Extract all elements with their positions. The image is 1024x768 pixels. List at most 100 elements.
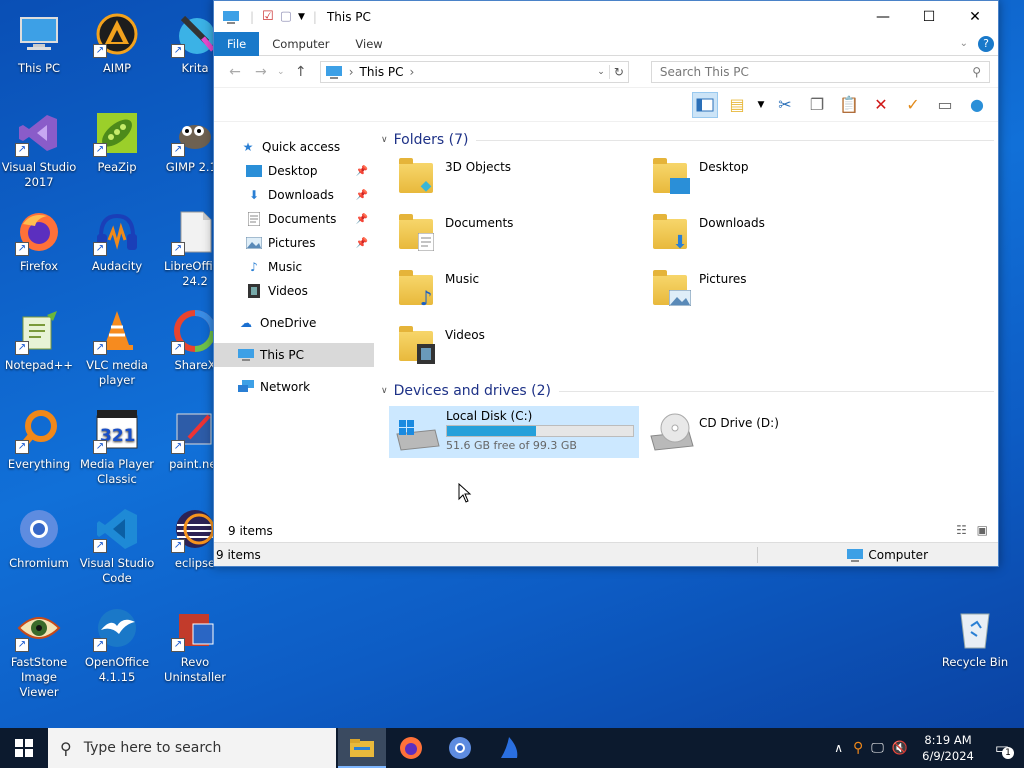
details-view-icon[interactable]: ☷ (956, 523, 967, 537)
desktop-icon-media-player-classic[interactable]: 321 ↗ Media Player Classic (78, 400, 156, 487)
folder-videos[interactable]: Videos (379, 323, 619, 373)
cut-icon[interactable]: ✂ (772, 92, 798, 118)
nav-onedrive[interactable]: ☁ OneDrive (214, 311, 374, 335)
desktop-icon-visual-studio-2017[interactable]: ↗ Visual Studio 2017 (0, 103, 78, 190)
back-arrow-icon[interactable]: ← (222, 64, 248, 80)
folder-downloads[interactable]: ⬇ Downloads (633, 211, 873, 261)
taskbar-app-sail[interactable] (485, 728, 533, 768)
pin-icon[interactable]: 📌 (356, 190, 368, 201)
computer-icon (325, 65, 342, 79)
taskbar-chromium[interactable] (436, 728, 484, 768)
properties-icon[interactable]: ☑ (262, 9, 274, 24)
desktop-icon-this-pc[interactable]: This PC (0, 4, 78, 76)
recent-locations-icon[interactable]: ⌄ (274, 67, 288, 77)
show-hidden-icons-chevron-icon[interactable]: ∧ (834, 741, 843, 755)
forward-arrow-icon[interactable]: → (248, 64, 274, 80)
minimize-button[interactable]: — (860, 1, 906, 32)
title-bar[interactable]: | ☑ ▢ ▼ | This PC — ☐ ✕ (214, 1, 998, 32)
nav-item-desktop[interactable]: Desktop 📌 (214, 159, 374, 183)
nav-item-documents[interactable]: Documents 📌 (214, 207, 374, 231)
tab-view[interactable]: View (342, 32, 395, 56)
nav-quick-access[interactable]: ★ Quick access (214, 135, 374, 159)
everything-tray-icon[interactable]: ⚲ (853, 740, 863, 756)
group-header-folders[interactable]: ∨ Folders (7) (379, 131, 994, 149)
notification-center-button[interactable]: ▭ 1 (980, 728, 1024, 768)
new-folder-icon[interactable]: ▢ (280, 9, 292, 24)
paint-net-icon: ↗ (171, 406, 219, 454)
nav-item-downloads[interactable]: ⬇ Downloads 📌 (214, 183, 374, 207)
tab-file[interactable]: File (214, 31, 260, 56)
quick-access-dropdown-icon[interactable]: ▼ (298, 12, 305, 22)
nav-network[interactable]: Network (214, 375, 374, 399)
volume-muted-icon[interactable]: 🔇 (892, 741, 908, 756)
desktop-icon-firefox[interactable]: ↗ Firefox (0, 202, 78, 274)
pin-icon[interactable]: 📌 (356, 214, 368, 225)
mouse-cursor-icon (458, 482, 472, 506)
copy-icon[interactable]: ❐ (804, 92, 830, 118)
taskbar-search-input[interactable]: ⚲ Type here to search (48, 728, 336, 768)
close-button[interactable]: ✕ (952, 1, 998, 32)
desktop-icon-everything[interactable]: ↗ Everything (0, 400, 78, 472)
properties-icon[interactable]: ▭ (932, 92, 958, 118)
drive-cd-d[interactable]: CD Drive (D:) (643, 406, 893, 458)
up-arrow-icon[interactable]: ↑ (288, 64, 314, 80)
folder-options-icon[interactable]: ▤ (724, 92, 750, 118)
paste-icon[interactable]: 📋 (836, 92, 862, 118)
pin-icon[interactable]: 📌 (356, 238, 368, 249)
help-icon[interactable]: ? (978, 35, 994, 52)
folder-pictures[interactable]: Pictures (633, 267, 873, 317)
search-input[interactable]: Search This PC ⚲ (650, 60, 990, 83)
sharex-icon: ↗ (171, 307, 219, 355)
desktop-icon-openoffice[interactable]: ↗ OpenOffice 4.1.15 (78, 598, 156, 685)
taskbar-file-explorer[interactable] (338, 728, 386, 768)
videos-film-icon (246, 284, 262, 298)
tab-computer[interactable]: Computer (259, 32, 342, 56)
drive-local-disk-c[interactable]: Local Disk (C:) 51.6 GB free of 99.3 GB (389, 406, 639, 458)
network-icon (238, 380, 254, 394)
address-dropdown-icon[interactable]: ⌄ (597, 67, 605, 77)
folder-desktop[interactable]: Desktop (633, 155, 873, 205)
vlc-cone-icon: ↗ (93, 307, 141, 355)
options-dropdown-icon[interactable]: ▼ (756, 92, 766, 118)
preview-pane-icon[interactable] (692, 91, 718, 118)
desktop-icon-revo-uninstaller[interactable]: ↗ Revo Uninstaller (156, 598, 234, 685)
taskbar-firefox[interactable] (387, 728, 435, 768)
breadcrumb-this-pc[interactable]: This PC (360, 65, 404, 79)
folder-music[interactable]: ♪ Music (379, 267, 619, 317)
delete-icon[interactable]: ✕ (868, 92, 894, 118)
desktop-folder-icon (246, 164, 262, 178)
large-icons-view-icon[interactable]: ▣ (977, 523, 988, 537)
network-tray-icon[interactable]: 🖵 (871, 741, 884, 756)
desktop-icon-notepad-plus-plus[interactable]: ↗ Notepad++ (0, 301, 78, 373)
network-globe-icon[interactable]: ● (964, 92, 990, 118)
pin-icon[interactable]: 📌 (356, 166, 368, 177)
eclipse-icon: ↗ (171, 505, 219, 553)
breadcrumb-chevron-icon[interactable]: › (410, 65, 415, 79)
desktop-icon-vlc[interactable]: ↗ VLC media player (78, 301, 156, 388)
folder-documents[interactable]: Documents (379, 211, 619, 261)
nav-item-pictures[interactable]: Pictures 📌 (214, 231, 374, 255)
collapse-chevron-icon[interactable]: ∨ (381, 386, 388, 396)
refresh-icon[interactable]: ↻ (608, 64, 628, 79)
maximize-button[interactable]: ☐ (906, 1, 952, 32)
folder-3d-objects[interactable]: ◆ 3D Objects (379, 155, 619, 205)
start-button[interactable] (0, 728, 48, 768)
collapse-chevron-icon[interactable]: ∨ (381, 135, 388, 145)
desktop-icon-audacity[interactable]: ↗ Audacity (78, 202, 156, 274)
desktop-icon-faststone[interactable]: ↗ FastStone Image Viewer (0, 598, 78, 700)
rename-check-icon[interactable]: ✓ (900, 92, 926, 118)
3d-objects-folder-icon: ◆ (399, 158, 433, 194)
nav-this-pc[interactable]: This PC (214, 343, 374, 367)
group-header-devices[interactable]: ∨ Devices and drives (2) (379, 382, 994, 400)
desktop-icon-aimp[interactable]: ↗ AIMP (78, 4, 156, 76)
address-bar[interactable]: › This PC › ⌄ ↻ (319, 60, 629, 83)
ribbon-expand-icon[interactable]: ⌄ (960, 38, 968, 49)
desktop-icon-peazip[interactable]: ↗ PeaZip (78, 103, 156, 175)
chromium-icon (15, 505, 63, 553)
desktop-icon-vscode[interactable]: ↗ Visual Studio Code (78, 499, 156, 586)
desktop-icon-recycle-bin[interactable]: Recycle Bin (936, 598, 1014, 670)
clock[interactable]: 8:19 AM 6/9/2024 (916, 732, 980, 764)
desktop-icon-chromium[interactable]: Chromium (0, 499, 78, 571)
nav-item-videos[interactable]: Videos (214, 279, 374, 303)
nav-item-music[interactable]: ♪ Music (214, 255, 374, 279)
